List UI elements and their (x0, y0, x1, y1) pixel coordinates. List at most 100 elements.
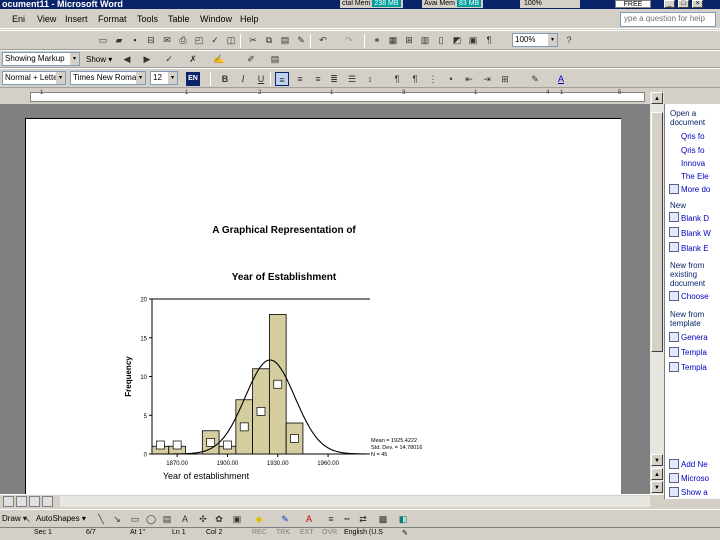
tables-borders-icon[interactable]: ▦ (386, 33, 400, 47)
research-icon[interactable]: ◫ (224, 33, 238, 47)
document-map-icon[interactable]: ▣ (466, 33, 480, 47)
previous-change-icon[interactable]: ◀ (120, 52, 134, 66)
show-hide-icon[interactable]: ¶ (482, 33, 496, 47)
menu-table[interactable]: Table (168, 14, 190, 24)
save-disk-icon[interactable]: ▪ (128, 33, 142, 47)
left-to-right-icon[interactable]: ¶ (390, 72, 404, 86)
wordart-icon[interactable]: A (178, 512, 192, 526)
next-page-icon[interactable]: ▼ (651, 481, 663, 493)
font-size-select[interactable]: 12 ▾ (150, 71, 178, 85)
document-page[interactable]: A Graphical Representation of Year of Est… (25, 118, 621, 494)
select-objects-icon[interactable]: ↖ (20, 512, 34, 526)
track-changes-icon[interactable]: ✐ (244, 52, 258, 66)
open-folder-icon[interactable]: ▰ (112, 33, 126, 47)
fill-color-icon[interactable]: ◆ (252, 512, 266, 526)
show-markup-menu[interactable]: Show ▾ (86, 55, 112, 64)
close-button[interactable]: × (692, 0, 703, 8)
help-question-input[interactable]: ype a question for help (620, 12, 716, 27)
autoshapes-menu[interactable]: AutoShapes ▾ (36, 514, 86, 523)
templates-link[interactable]: Templa (681, 348, 707, 357)
scroll-down-icon[interactable]: ▼ (651, 454, 663, 466)
print-view-icon[interactable] (29, 496, 40, 507)
menu-insert[interactable]: Insert (65, 14, 88, 24)
style-select[interactable]: Normal + Lette ▾ (2, 71, 66, 85)
blank-email-link[interactable]: Blank E (681, 244, 709, 253)
align-center-icon[interactable]: ≡ (293, 72, 307, 86)
new-document-icon[interactable]: ▭ (96, 33, 110, 47)
hyperlink-icon[interactable]: ⚭ (370, 33, 384, 47)
columns-icon[interactable]: ▯ (434, 33, 448, 47)
maximize-button[interactable]: □ (678, 0, 689, 8)
copy-icon[interactable]: ⧉ (262, 33, 276, 47)
recent-file-link[interactable]: Qris fo (681, 132, 705, 141)
status-ovr[interactable]: OVR (322, 529, 337, 536)
oval-icon[interactable]: ◯ (144, 512, 158, 526)
print-icon[interactable]: ⎙ (176, 33, 190, 47)
scroll-up-icon[interactable]: ▲ (651, 92, 663, 104)
3d-style-icon[interactable]: ◧ (396, 512, 410, 526)
recent-file-link[interactable]: Qris fo (681, 146, 705, 155)
arrow-icon[interactable]: ↘ (110, 512, 124, 526)
display-for-review-select[interactable]: Showing Markup ▾ (2, 52, 80, 66)
dash-style-icon[interactable]: ┅ (340, 512, 354, 526)
right-to-left-icon[interactable]: ¶ (408, 72, 422, 86)
blank-document-link[interactable]: Blank D (681, 214, 709, 223)
normal-view-icon[interactable] (3, 496, 14, 507)
web-view-icon[interactable] (16, 496, 27, 507)
office-online-link[interactable]: Microso (681, 474, 709, 483)
free-ram-button[interactable]: FREE RAM (615, 0, 651, 9)
paste-icon[interactable]: ▤ (278, 33, 292, 47)
bullets-icon[interactable]: • (444, 72, 458, 86)
show-at-startup-link[interactable]: Show a (681, 488, 708, 497)
menu-help[interactable]: Help (240, 14, 259, 24)
rectangle-icon[interactable]: ▭ (128, 512, 142, 526)
add-network-place-link[interactable]: Add Ne (681, 460, 708, 469)
menu-tools[interactable]: Tools (137, 14, 158, 24)
accept-change-icon[interactable]: ✓ (162, 52, 176, 66)
font-select[interactable]: Times New Roman ▾ (70, 71, 146, 85)
scroll-thumb[interactable] (651, 112, 663, 352)
previous-page-icon[interactable]: ▲ (651, 468, 663, 480)
align-right-icon[interactable]: ≡ (311, 72, 325, 86)
more-documents-link[interactable]: More do (681, 185, 710, 194)
numbering-icon[interactable]: ⋮ (426, 72, 440, 86)
line-spacing-icon[interactable]: ↕ (363, 72, 377, 86)
histogram-chart[interactable]: A Graphical Representation of Year of Est… (26, 119, 622, 495)
format-painter-icon[interactable]: ✎ (294, 33, 308, 47)
horizontal-ruler[interactable]: 1 1 2 1 3 1 4 1 5 (0, 90, 664, 104)
status-trk[interactable]: TRK (276, 529, 290, 536)
reviewing-pane-icon[interactable]: ▤ (268, 52, 282, 66)
insert-excel-icon[interactable]: ▥ (418, 33, 432, 47)
language-indicator[interactable]: EN (186, 72, 200, 86)
checkbox-icon[interactable] (669, 487, 679, 497)
cut-icon[interactable]: ✂ (246, 33, 260, 47)
font-color-icon[interactable]: A (554, 72, 568, 86)
permission-icon[interactable]: ⊟ (144, 33, 158, 47)
choose-document-link[interactable]: Choose (681, 292, 709, 301)
text-box-icon[interactable]: ▤ (160, 512, 174, 526)
font-color-icon[interactable]: A (302, 512, 316, 526)
redo-icon[interactable]: ↷ (342, 33, 356, 47)
align-left-icon[interactable]: ≡ (275, 72, 289, 86)
zoom-select[interactable]: 100% ▾ (512, 33, 558, 47)
shadow-icon[interactable]: ▩ (376, 512, 390, 526)
justify-icon[interactable]: ≣ (327, 72, 341, 86)
horizontal-scroll-track[interactable] (60, 496, 650, 507)
status-ext[interactable]: EXT (300, 529, 314, 536)
minimize-button[interactable]: _ (664, 0, 675, 8)
underline-icon[interactable]: U (254, 72, 268, 86)
italic-icon[interactable]: I (236, 72, 250, 86)
clip-art-icon[interactable]: ✿ (212, 512, 226, 526)
next-change-icon[interactable]: ▶ (140, 52, 154, 66)
line-style-icon[interactable]: ≡ (324, 512, 338, 526)
help-icon[interactable]: ? (562, 33, 576, 47)
menu-view[interactable]: View (37, 14, 56, 24)
diagram-icon[interactable]: ✣ (196, 512, 210, 526)
reject-change-icon[interactable]: ✗ (186, 52, 200, 66)
blank-web-page-link[interactable]: Blank W (681, 229, 711, 238)
recent-file-link[interactable]: Innova (681, 159, 705, 168)
outline-view-icon[interactable] (42, 496, 53, 507)
email-icon[interactable]: ✉ (160, 33, 174, 47)
menu-format[interactable]: Format (98, 14, 127, 24)
insert-table-icon[interactable]: ⊞ (402, 33, 416, 47)
